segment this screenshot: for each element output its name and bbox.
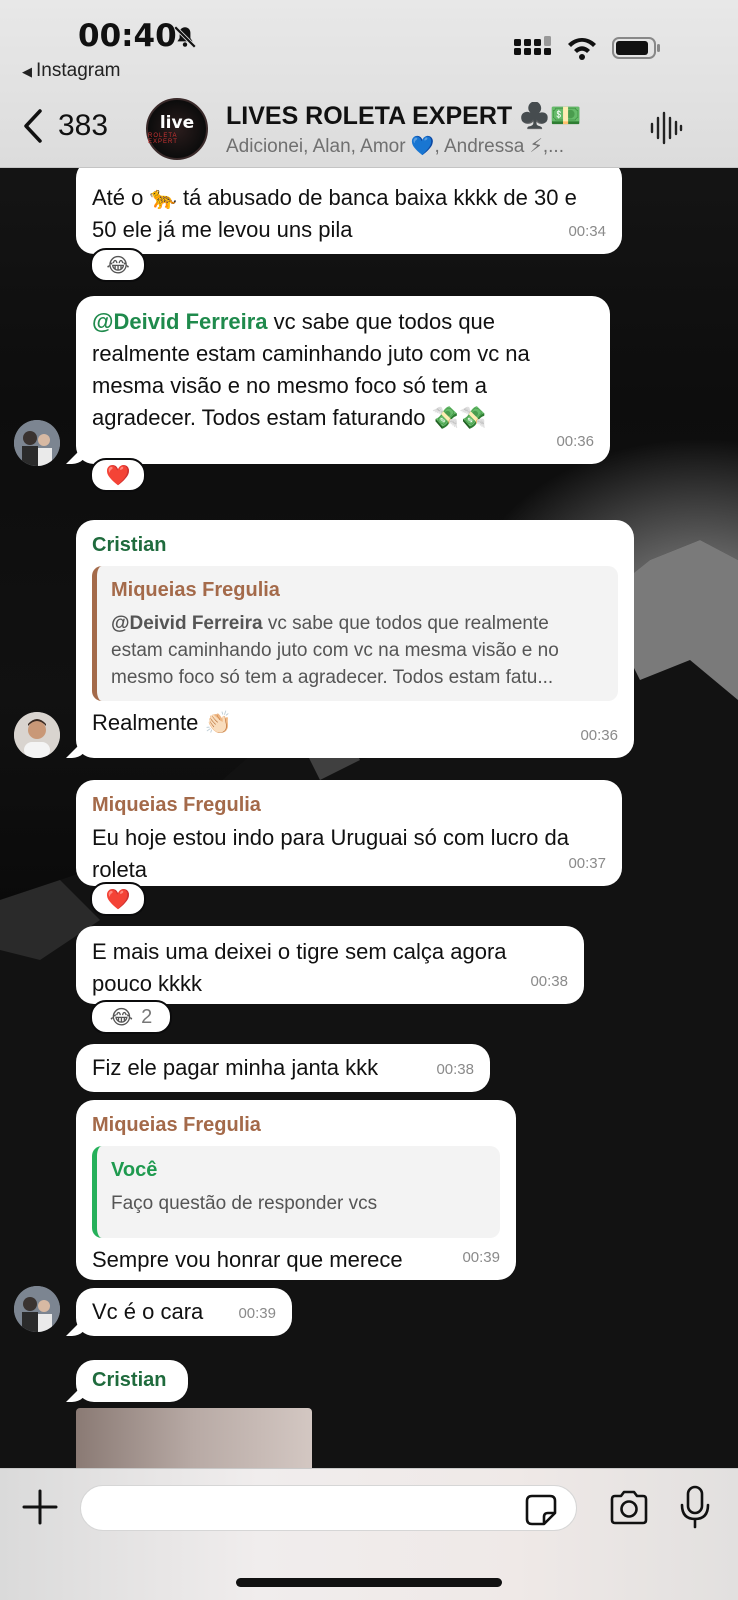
message-time: 00:36 [556,433,594,450]
back-to-app-link[interactable]: ◀ Instagram [22,60,120,82]
message-sender[interactable]: Cristian [92,1365,172,1395]
message-time: 00:38 [436,1061,474,1078]
message-text: E mais uma deixei o tigre sem calça agor… [92,939,507,996]
message-time: 00:37 [568,855,606,872]
message-reaction[interactable]: ❤️ [90,882,146,916]
avatar[interactable] [14,712,60,758]
message-input[interactable] [80,1485,577,1531]
message-text: Sempre vou honrar que merece [92,1247,403,1272]
quoted-text: Faço questão de responder vcs [111,1193,378,1214]
avatar[interactable] [14,1286,60,1332]
back-button[interactable]: 383 [20,108,108,144]
avatar-logo-text: live [159,113,195,133]
message-time: 00:38 [530,973,568,990]
message-bubble[interactable]: Cristian [76,1360,188,1402]
message-bubble[interactable]: @Deivid Ferreira vc sabe que todos que r… [76,296,610,464]
message-time: 00:39 [238,1305,276,1322]
message-time: 00:36 [580,727,618,744]
bell-muted-icon [173,25,197,49]
group-members[interactable]: Adicionei, Alan, Amor 💙, Andressa ⚡,... [226,134,618,158]
quoted-mention: @Deivid Ferreira [111,613,263,634]
image-attachment[interactable] [76,1408,312,1468]
message-text: Realmente 👏🏻 [92,710,232,735]
group-avatar[interactable]: live ROLETA EXPERT [146,98,208,160]
avatar[interactable] [14,420,60,466]
avatar-logo-subtext: ROLETA EXPERT [148,133,178,145]
message-bubble[interactable]: Vc é o cara 00:39 [76,1288,292,1336]
message-bubble[interactable]: Até o 🐆 tá abusado de banca baixa kkkk d… [76,168,622,254]
reaction-emoji: ❤️ [105,463,131,487]
chevron-left-icon [24,109,42,143]
message-bubble[interactable]: Cristian Miqueias Fregulia @Deivid Ferre… [76,520,634,758]
sticker-icon[interactable] [524,1493,558,1527]
reaction-emoji: ❤️ [105,887,131,911]
battery-icon [612,37,660,59]
quoted-sender: Você [111,1159,158,1181]
message-bubble[interactable]: E mais uma deixei o tigre sem calça agor… [76,926,584,1004]
message-sender[interactable]: Cristian [92,530,618,560]
message-reaction[interactable]: ❤️ [90,458,146,492]
message-time: 00:34 [568,223,606,240]
system-icons [514,36,662,60]
message-list[interactable]: Até o 🐆 tá abusado de banca baixa kkkk d… [0,168,738,1468]
microphone-icon[interactable] [678,1485,712,1529]
message-text: @Deivid Ferreira vc sabe que todos que r… [92,306,594,434]
group-title[interactable]: LIVES ROLETA EXPERT ♣️💵 [226,102,611,131]
back-app-label: Instagram [36,60,121,81]
reaction-emoji: 😂 [109,1005,134,1029]
message-bubble[interactable]: Miqueias Fregulia Eu hoje estou indo par… [76,780,622,886]
message-sender[interactable]: Miqueias Fregulia [92,790,606,820]
home-indicator[interactable] [236,1578,502,1587]
message-text: Fiz ele pagar minha janta kkk [92,1055,379,1080]
message-bubble[interactable]: Miqueias Fregulia Você Faço questão de r… [76,1100,516,1280]
unread-count: 383 [58,109,109,142]
top-bar: 00:40 ◀ Instagram 383 live ROLETA EXPERT… [0,0,738,168]
message-text: Até o 🐆 tá abusado de banca baixa kkkk d… [92,185,577,242]
reaction-count: 2 [141,1005,153,1028]
plus-icon[interactable] [20,1487,60,1527]
voice-chat-icon[interactable] [648,110,684,146]
message-time: 00:39 [462,1249,500,1266]
status-time: 00:40 [78,18,177,54]
wifi-icon [568,38,596,60]
signal-icon [514,36,551,55]
back-triangle-icon: ◀ [22,64,32,79]
camera-icon[interactable] [608,1489,650,1527]
message-reaction[interactable]: 😂 [90,248,146,282]
quoted-message[interactable]: Você Faço questão de responder vcs [92,1146,500,1238]
quoted-message[interactable]: Miqueias Fregulia @Deivid Ferreira vc sa… [92,566,618,701]
message-text: Eu hoje estou indo para Uruguai só com l… [92,825,569,882]
mention[interactable]: @Deivid Ferreira [92,309,268,334]
quoted-sender: Miqueias Fregulia [111,579,280,601]
message-reaction[interactable]: 😂 2 [90,1000,172,1034]
message-bubble[interactable]: Fiz ele pagar minha janta kkk 00:38 [76,1044,490,1092]
reaction-emoji: 😂 [106,253,130,277]
message-sender[interactable]: Miqueias Fregulia [92,1110,500,1140]
quoted-text: @Deivid Ferreira vc sabe que todos que r… [111,610,604,691]
